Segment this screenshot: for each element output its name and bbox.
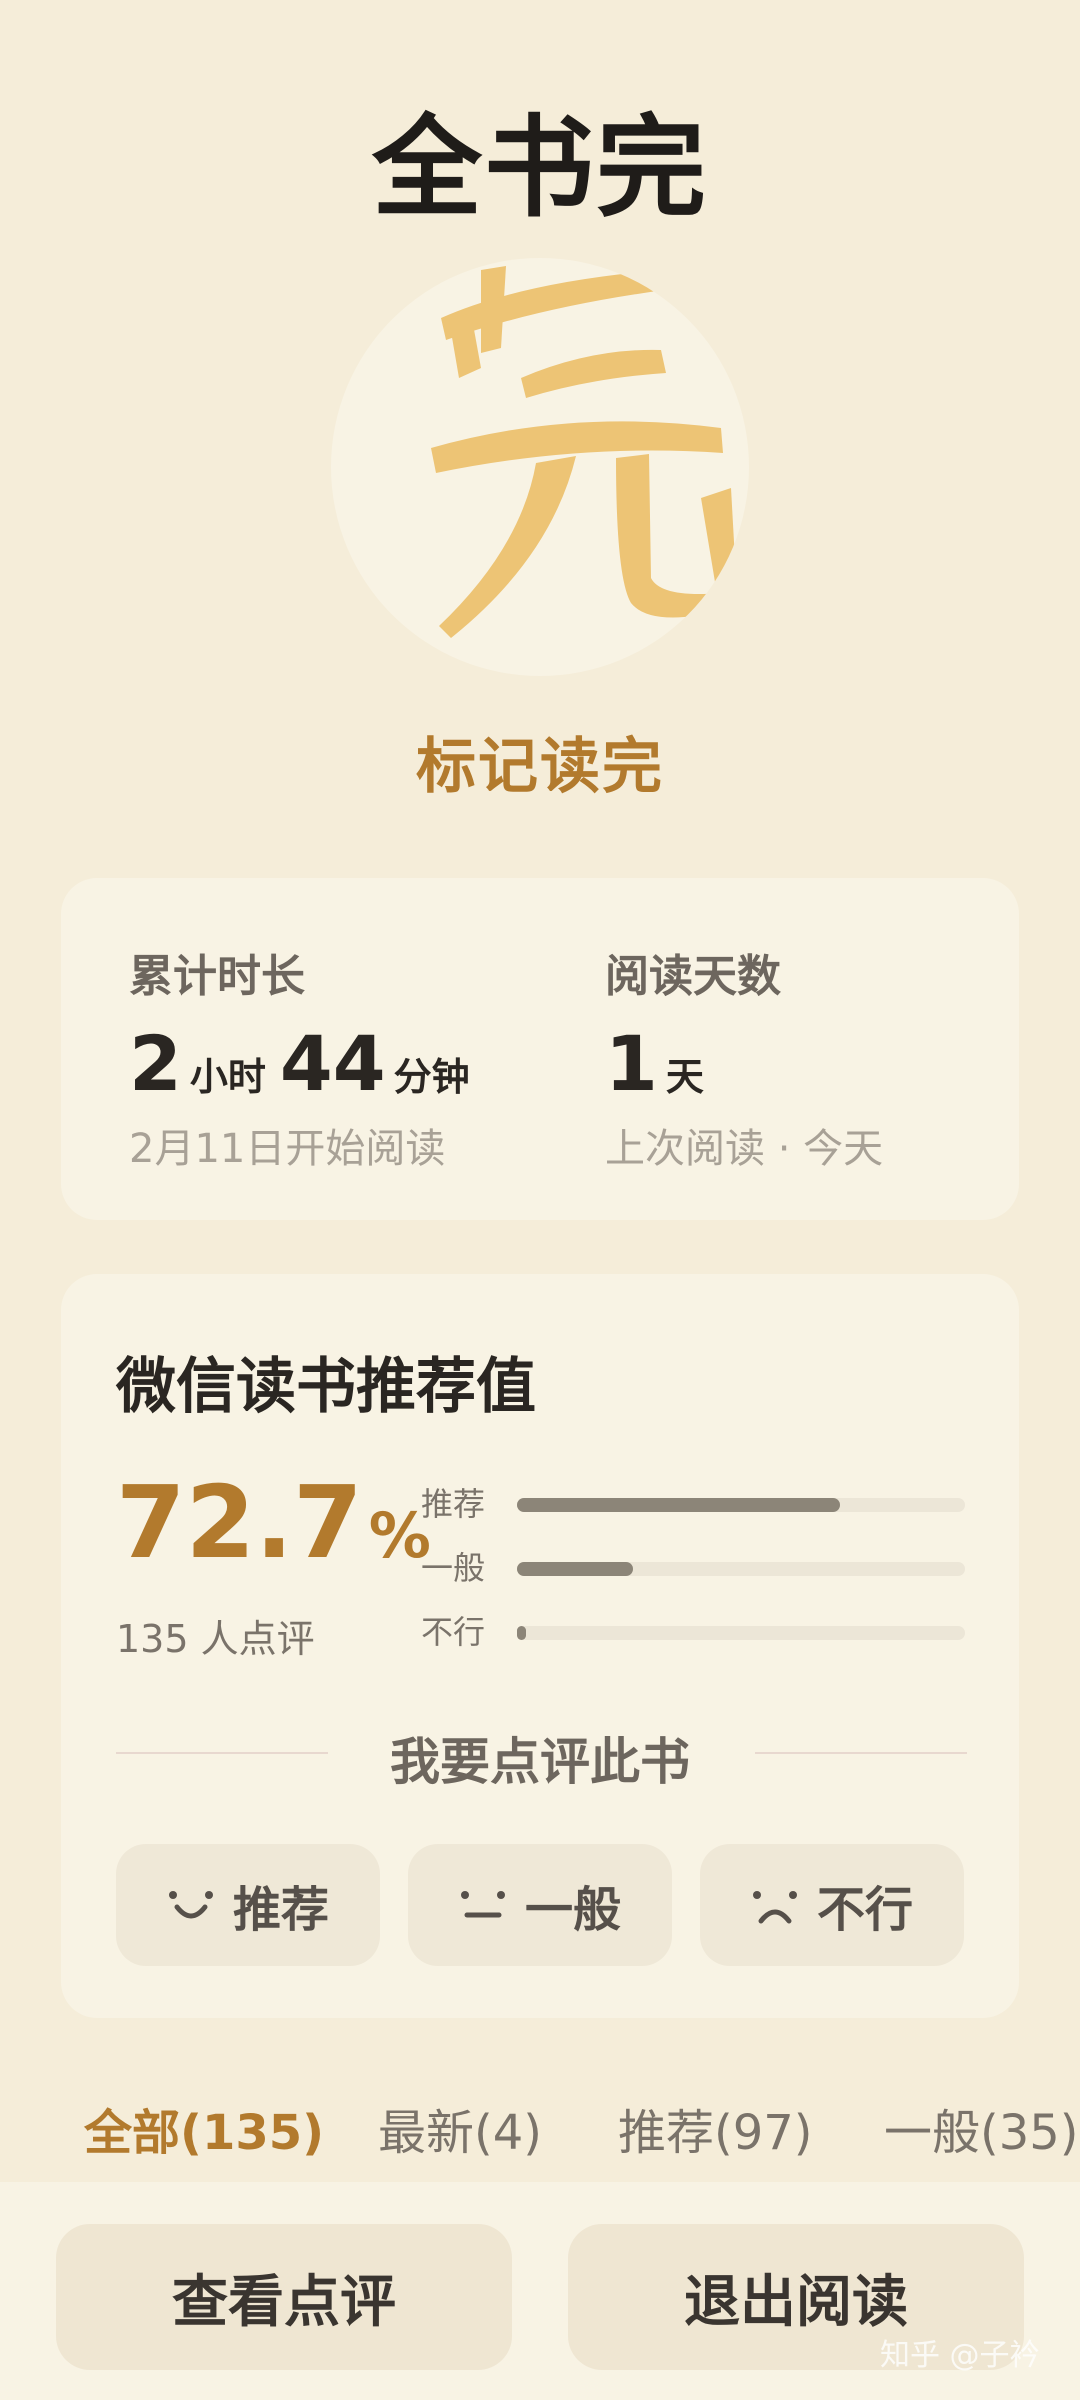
bar-fill	[517, 1498, 840, 1512]
finished-seal	[331, 258, 749, 676]
minutes-value: 44	[279, 1019, 386, 1108]
neutral-face-icon	[460, 1891, 505, 1918]
bar-track	[517, 1626, 965, 1640]
total-time-label: 累计时长	[129, 951, 305, 1002]
divider-right	[755, 1752, 967, 1754]
finished-brush-icon	[431, 266, 736, 638]
bar-label: 推荐	[421, 1485, 486, 1523]
review-count: 135 人点评	[116, 1617, 315, 1661]
rate-average-button[interactable]: 一般	[408, 1844, 672, 1966]
recommendation-percent: 72.7%	[116, 1464, 431, 1581]
tab-all[interactable]: 全部(135)	[84, 2098, 324, 2168]
days-unit: 天	[665, 1055, 704, 1099]
total-time-stat: 累计时长 2 小时 44 分钟 2月11日开始阅读	[129, 940, 484, 1174]
tab-recommend[interactable]: 推荐(97)	[618, 2098, 813, 2168]
mark-finished-button[interactable]: 标记读完	[0, 718, 1080, 805]
bar-label: 不行	[421, 1613, 486, 1651]
view-reviews-button[interactable]: 查看点评	[56, 2224, 512, 2370]
hours-value: 2	[129, 1019, 182, 1108]
total-time-value: 2 小时 44 分钟	[129, 1018, 484, 1110]
days-value: 1	[605, 1019, 658, 1108]
bar-recommend: 推荐	[421, 1484, 965, 1524]
bar-bad: 不行	[421, 1612, 965, 1652]
bar-average: 一般	[421, 1548, 965, 1588]
reading-days-value: 1 天	[605, 1018, 883, 1110]
page-title: 全书完	[372, 103, 708, 232]
bar-track	[517, 1498, 965, 1512]
last-read-text: 上次阅读 · 今天	[605, 1126, 884, 1172]
tab-latest[interactable]: 最新(4)	[378, 2098, 542, 2168]
rate-bad-label: 不行	[816, 1882, 913, 1938]
minutes-unit: 分钟	[393, 1055, 470, 1099]
rate-recommend-button[interactable]: 推荐	[116, 1844, 380, 1966]
bar-label: 一般	[421, 1549, 486, 1587]
bar-track	[517, 1562, 965, 1576]
reading-days-stat: 阅读天数 1 天 上次阅读 · 今天	[605, 940, 883, 1174]
percent-value: 72.7	[116, 1464, 363, 1581]
rate-average-label: 一般	[524, 1882, 621, 1938]
watermark: 知乎 @子衿	[880, 2338, 1040, 2373]
rate-recommend-label: 推荐	[232, 1882, 329, 1938]
bar-fill	[517, 1562, 634, 1576]
review-tabs: 全部(135) 最新(4) 推荐(97) 一般(35)	[0, 2098, 1080, 2168]
rate-book-title: 我要点评此书	[390, 1733, 690, 1791]
frown-face-icon	[752, 1891, 797, 1924]
reading-days-label: 阅读天数	[605, 951, 781, 1002]
smile-face-icon	[168, 1891, 213, 1919]
hours-unit: 小时	[189, 1055, 266, 1099]
recommendation-card: 微信读书推荐值 72.7% 135 人点评 推荐 一般 不行 我要点评此书 推荐…	[61, 1274, 1019, 2018]
tab-average[interactable]: 一般(35)	[884, 2098, 1079, 2168]
rate-bad-button[interactable]: 不行	[700, 1844, 964, 1966]
start-date-text: 2月11日开始阅读	[129, 1126, 446, 1172]
recommendation-title: 微信读书推荐值	[116, 1352, 536, 1422]
bar-fill	[517, 1626, 526, 1640]
reading-stats-card: 累计时长 2 小时 44 分钟 2月11日开始阅读 阅读天数 1 天 上次阅读 …	[61, 878, 1019, 1220]
